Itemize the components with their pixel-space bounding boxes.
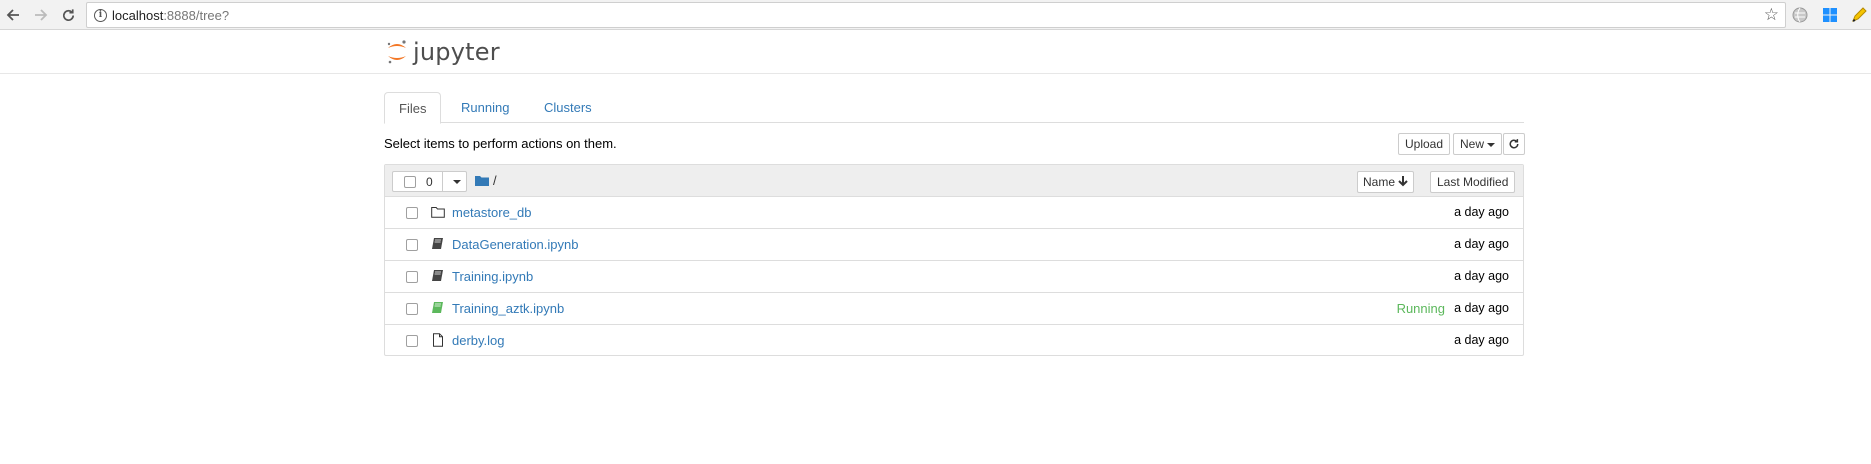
arrow-left-icon: [6, 9, 19, 21]
sort-name-label: Name: [1363, 175, 1396, 189]
reload-button[interactable]: [57, 4, 79, 26]
list-item[interactable]: Training.ipynb a day ago: [385, 261, 1523, 293]
star-icon[interactable]: ☆: [1764, 5, 1779, 25]
breadcrumb[interactable]: /: [475, 173, 497, 188]
sort-name-button[interactable]: Name: [1357, 171, 1415, 193]
refresh-icon: [1509, 139, 1519, 149]
tab-bar: Files Running Clusters: [384, 92, 1524, 124]
list-item[interactable]: metastore_db a day ago: [385, 197, 1523, 229]
row-checkbox[interactable]: [406, 271, 418, 283]
tab-running[interactable]: Running: [447, 92, 523, 123]
info-icon[interactable]: i: [94, 9, 107, 22]
tab-files[interactable]: Files: [384, 92, 442, 124]
list-item[interactable]: derby.log a day ago: [385, 325, 1523, 357]
folder-icon: [431, 207, 445, 218]
arrow-right-icon: [35, 9, 48, 21]
notebook-icon: [432, 270, 443, 281]
back-button[interactable]: [2, 4, 24, 26]
upload-button[interactable]: Upload: [1398, 133, 1451, 155]
reload-icon: [62, 8, 74, 21]
file-name-link[interactable]: derby.log: [452, 333, 505, 348]
notebook-icon: [432, 238, 443, 249]
file-name-link[interactable]: Training_aztk.ipynb: [452, 301, 564, 316]
last-modified: a day ago: [1454, 301, 1509, 315]
file-list-header: 0 / Name Last Modified: [385, 165, 1523, 197]
address-bar[interactable]: i localhost:8888/tree? ☆: [86, 2, 1786, 28]
row-checkbox[interactable]: [406, 207, 418, 219]
last-modified: a day ago: [1454, 205, 1509, 219]
row-checkbox[interactable]: [406, 303, 418, 315]
arrow-down-icon: [1398, 176, 1409, 187]
jupyter-logo-text: jupyter: [413, 38, 500, 66]
select-all-checkbox[interactable]: [404, 176, 416, 188]
running-status: Running: [1396, 301, 1445, 316]
row-checkbox[interactable]: [406, 239, 418, 251]
file-name-link[interactable]: metastore_db: [452, 205, 532, 220]
file-name-link[interactable]: DataGeneration.ipynb: [452, 237, 578, 252]
url-text: localhost:8888/tree?: [112, 8, 230, 23]
select-dropdown-button[interactable]: [442, 171, 467, 192]
row-checkbox[interactable]: [406, 335, 418, 347]
forward-button[interactable]: [30, 4, 52, 26]
running-notebook-icon: [432, 302, 443, 313]
last-modified: a day ago: [1454, 237, 1509, 251]
caret-down-icon: [1487, 142, 1496, 147]
new-dropdown-button[interactable]: New: [1453, 133, 1503, 155]
jupyter-header: jupyter: [0, 30, 1871, 74]
last-modified: a day ago: [1454, 333, 1509, 347]
pencil-extension-icon[interactable]: [1849, 5, 1869, 25]
caret-down-icon: [452, 179, 461, 184]
tab-clusters[interactable]: Clusters: [530, 92, 606, 123]
file-list: 0 / Name Last Modified metastore_db a da…: [384, 164, 1524, 356]
jupyter-logo[interactable]: jupyter: [386, 36, 500, 68]
file-name-link[interactable]: Training.ipynb: [452, 269, 533, 284]
new-label: New: [1460, 137, 1485, 151]
folder-icon: [475, 176, 489, 186]
refresh-button[interactable]: [1503, 133, 1525, 155]
list-item[interactable]: DataGeneration.ipynb a day ago: [385, 229, 1523, 261]
last-modified: a day ago: [1454, 269, 1509, 283]
breadcrumb-root: /: [493, 173, 497, 188]
sort-last-modified-button[interactable]: Last Modified: [1430, 171, 1516, 193]
select-all-group: 0: [392, 171, 467, 192]
selected-count: 0: [426, 175, 433, 189]
list-item[interactable]: Training_aztk.ipynb Running a day ago: [385, 293, 1523, 325]
windows-extension-icon[interactable]: [1820, 5, 1840, 25]
globe-extension-icon[interactable]: [1790, 5, 1810, 25]
jupyter-logo-icon: [387, 40, 406, 64]
selection-hint: Select items to perform actions on them.: [384, 136, 617, 151]
browser-toolbar: i localhost:8888/tree? ☆: [0, 0, 1871, 30]
file-icon: [433, 333, 443, 347]
